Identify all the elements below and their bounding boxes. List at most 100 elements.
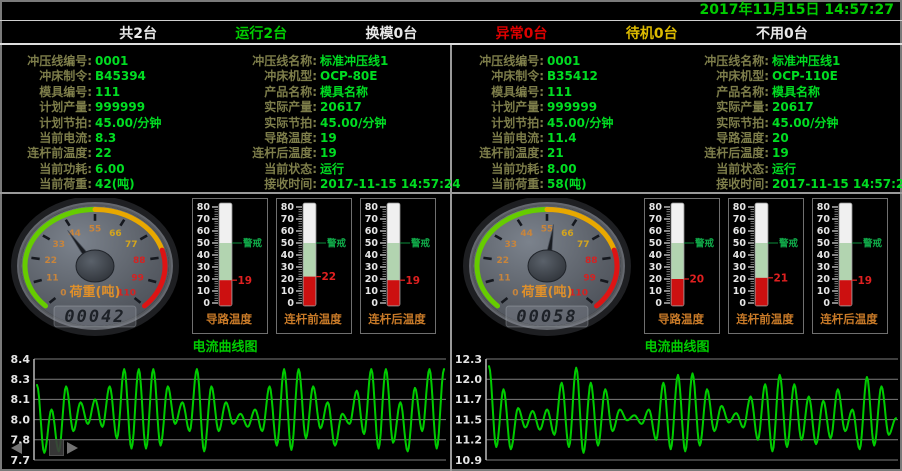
info-panel: 冲压线编号:0001冲床制令:B45394模具编号:111计划产量:999999… bbox=[0, 47, 450, 194]
info-row: 连杆后温度:19 bbox=[677, 146, 902, 161]
info-label: 冲压线编号: bbox=[452, 54, 544, 69]
info-label: 产品名称: bbox=[677, 85, 769, 100]
info-row: 实际节拍:45.00/分钟 bbox=[225, 116, 450, 131]
info-value: OCP-110E bbox=[769, 69, 838, 84]
svg-text:00042: 00042 bbox=[64, 307, 125, 327]
info-value: 运行 bbox=[769, 162, 796, 177]
info-value: 45.00/分钟 bbox=[544, 116, 613, 131]
thermometer-svg: 01020304050607080警戒22连杆前温度 bbox=[277, 199, 349, 331]
svg-text:40: 40 bbox=[197, 250, 211, 261]
thermometer-rod-front-temp: 01020304050607080警戒22连杆前温度 bbox=[276, 198, 352, 334]
info-row: 当前荷重:42(吨) bbox=[0, 177, 225, 192]
info-row: 产品名称:模具名称 bbox=[225, 85, 450, 100]
svg-text:80: 80 bbox=[281, 202, 295, 213]
info-value: 20617 bbox=[317, 100, 362, 115]
svg-text:警戒: 警戒 bbox=[779, 237, 799, 249]
info-label: 连杆后温度: bbox=[677, 146, 769, 161]
info-label: 接收时间: bbox=[225, 177, 317, 192]
svg-text:荷重(吨): 荷重(吨) bbox=[69, 284, 121, 300]
svg-text:60: 60 bbox=[281, 226, 295, 237]
svg-text:0: 0 bbox=[287, 298, 294, 309]
svg-text:0: 0 bbox=[203, 298, 210, 309]
scroll-right-arrow-icon[interactable] bbox=[67, 442, 84, 454]
svg-text:导路温度: 导路温度 bbox=[658, 312, 704, 326]
thermometer-rod-rear-temp: 01020304050607080警戒19连杆后温度 bbox=[812, 198, 888, 334]
info-value: 20 bbox=[769, 131, 789, 146]
info-value: 111 bbox=[92, 85, 120, 100]
scroll-thumb[interactable] bbox=[49, 439, 64, 456]
info-label: 实际产量: bbox=[225, 100, 317, 115]
status-item-4: 待机0台 bbox=[626, 23, 678, 43]
info-row: 计划产量:999999 bbox=[0, 100, 225, 115]
svg-text:8.3: 8.3 bbox=[11, 373, 31, 386]
press-monitor-dashboard: 2017年11月15日 14:57:27 共2台运行2台换模0台异常0台待机0台… bbox=[0, 0, 902, 471]
info-label: 计划节拍: bbox=[452, 116, 544, 131]
svg-text:20: 20 bbox=[649, 274, 663, 285]
info-value: 20617 bbox=[769, 100, 814, 115]
svg-text:8.1: 8.1 bbox=[11, 393, 31, 406]
svg-text:20: 20 bbox=[690, 274, 705, 286]
info-value: 19 bbox=[769, 146, 789, 161]
svg-text:8.0: 8.0 bbox=[11, 413, 31, 426]
thermometer-svg: 01020304050607080警戒19连杆后温度 bbox=[361, 199, 433, 331]
info-row: 连杆前温度:21 bbox=[452, 146, 677, 161]
svg-text:80: 80 bbox=[817, 202, 831, 213]
svg-text:88: 88 bbox=[585, 256, 598, 266]
svg-text:0: 0 bbox=[655, 298, 662, 309]
info-row: 冲床机型:OCP-110E bbox=[677, 69, 902, 84]
svg-text:12.3: 12.3 bbox=[455, 354, 482, 366]
info-value: 45.00/分钟 bbox=[769, 116, 838, 131]
info-label: 冲床制令: bbox=[452, 69, 544, 84]
svg-text:33: 33 bbox=[52, 240, 65, 250]
svg-text:40: 40 bbox=[365, 250, 379, 261]
svg-text:70: 70 bbox=[733, 214, 747, 225]
info-label: 模具编号: bbox=[0, 85, 92, 100]
info-value: OCP-80E bbox=[317, 69, 377, 84]
svg-text:30: 30 bbox=[817, 262, 831, 273]
svg-text:12.0: 12.0 bbox=[455, 373, 482, 386]
current-curve-chart: 12.312.011.711.511.210.9 bbox=[452, 354, 901, 468]
info-label: 当前电流: bbox=[452, 131, 544, 146]
svg-text:8.4: 8.4 bbox=[11, 354, 31, 366]
machine-panel-1: 冲压线编号:0001冲床制令:B45394模具编号:111计划产量:999999… bbox=[0, 47, 450, 471]
datetime-text: 2017年11月15日 14:57:27 bbox=[700, 2, 894, 18]
info-row: 接收时间:2017-11-15 14:57:24 bbox=[677, 177, 902, 192]
info-row: 当前电流:11.4 bbox=[452, 131, 677, 146]
info-value: 42(吨) bbox=[92, 177, 135, 192]
svg-text:80: 80 bbox=[733, 202, 747, 213]
status-item-3: 异常0台 bbox=[496, 23, 548, 43]
svg-text:70: 70 bbox=[817, 214, 831, 225]
svg-text:20: 20 bbox=[281, 274, 295, 285]
svg-text:7.7: 7.7 bbox=[11, 454, 31, 467]
svg-text:60: 60 bbox=[733, 226, 747, 237]
svg-text:80: 80 bbox=[365, 202, 379, 213]
info-label: 当前荷重: bbox=[452, 177, 544, 192]
info-label: 连杆后温度: bbox=[225, 146, 317, 161]
svg-text:22: 22 bbox=[496, 256, 509, 266]
info-value: 45.00/分钟 bbox=[317, 116, 386, 131]
info-row: 导路温度:19 bbox=[225, 131, 450, 146]
thermometer-svg: 01020304050607080警戒19导路温度 bbox=[193, 199, 265, 331]
info-column-right: 冲压线名称:标准冲压线1冲床机型:OCP-80E产品名称:模具名称实际产量:20… bbox=[225, 54, 450, 192]
info-row: 接收时间:2017-11-15 14:57:24 bbox=[225, 177, 450, 192]
svg-text:19: 19 bbox=[858, 275, 873, 287]
info-value: 标准冲压线1 bbox=[769, 54, 840, 69]
info-value: 0001 bbox=[544, 54, 580, 69]
info-label: 计划产量: bbox=[452, 100, 544, 115]
info-row: 冲压线编号:0001 bbox=[0, 54, 225, 69]
info-label: 连杆前温度: bbox=[452, 146, 544, 161]
info-row: 实际节拍:45.00/分钟 bbox=[677, 116, 902, 131]
info-panel: 冲压线编号:0001冲床制令:B35412模具编号:111计划产量:999999… bbox=[452, 47, 902, 194]
info-row: 模具编号:111 bbox=[452, 85, 677, 100]
svg-text:0: 0 bbox=[739, 298, 746, 309]
info-value: 19 bbox=[317, 131, 337, 146]
svg-text:50: 50 bbox=[733, 238, 747, 249]
svg-text:50: 50 bbox=[281, 238, 295, 249]
scroll-left-arrow-icon[interactable] bbox=[5, 442, 22, 454]
svg-text:30: 30 bbox=[733, 262, 747, 273]
info-value: 22 bbox=[92, 146, 112, 161]
svg-text:30: 30 bbox=[197, 262, 211, 273]
svg-text:80: 80 bbox=[197, 202, 211, 213]
svg-text:10: 10 bbox=[365, 286, 379, 297]
info-row: 当前状态:运行 bbox=[225, 162, 450, 177]
